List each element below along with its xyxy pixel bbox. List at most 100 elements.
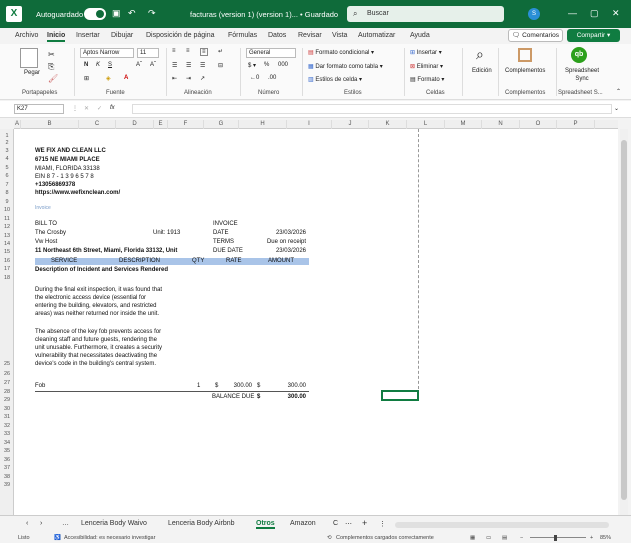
cut-icon[interactable]: ✂ <box>48 50 55 59</box>
column-header[interactable]: D <box>116 120 154 129</box>
zoom-in-icon[interactable]: + <box>590 535 593 541</box>
row-header[interactable]: 5 <box>0 165 14 171</box>
row-header[interactable]: 18 <box>0 275 14 281</box>
column-header[interactable]: P <box>557 120 595 129</box>
accessibility-icon[interactable]: ♿ <box>54 535 61 541</box>
align-top-icon[interactable]: ≡ <box>172 48 176 54</box>
row-header[interactable]: 13 <box>0 233 14 239</box>
italic-icon[interactable]: K <box>96 62 100 68</box>
collapse-ribbon-icon[interactable]: ⌃ <box>616 88 621 95</box>
indent-decrease-icon[interactable]: ⇤ <box>172 75 177 82</box>
minimize-icon[interactable]: — <box>568 8 577 18</box>
row-header[interactable]: 38 <box>0 474 14 480</box>
addins-icon[interactable] <box>518 48 532 62</box>
page-layout-icon[interactable]: ▭ <box>486 535 491 541</box>
borders-icon[interactable]: ⊞ <box>84 75 89 82</box>
prev-sheet-icon[interactable]: ‹ <box>26 520 28 527</box>
column-header[interactable]: E <box>154 120 168 129</box>
row-header[interactable]: 27 <box>0 380 14 386</box>
column-header[interactable]: M <box>445 120 482 129</box>
accessibility-status[interactable]: Accesibilidad: es necesario investigar <box>64 535 155 541</box>
row-header[interactable]: 30 <box>0 406 14 412</box>
tab-datos[interactable]: Datos <box>268 32 286 39</box>
maximize-icon[interactable]: ▢ <box>590 8 599 19</box>
zoom-out-icon[interactable]: − <box>520 535 523 541</box>
delete-button[interactable]: ⊠ Eliminar ▾ <box>410 63 443 70</box>
column-header[interactable]: N <box>482 120 520 129</box>
underline-icon[interactable]: S <box>108 62 112 68</box>
worksheet[interactable]: WE FIX AND CLEAN LLC 6715 NE MIAMI PLACE… <box>14 129 618 515</box>
formula-input[interactable] <box>132 104 612 114</box>
tab-vista[interactable]: Vista <box>332 32 347 39</box>
fill-color-icon[interactable]: ◈ <box>106 75 111 82</box>
paste-label[interactable]: Pegar <box>24 70 40 76</box>
find-icon[interactable]: ⌕ <box>476 46 484 63</box>
sheet-options-icon[interactable]: ⋮ <box>379 520 386 528</box>
row-header[interactable]: 26 <box>0 371 14 377</box>
row-header[interactable]: 28 <box>0 389 14 395</box>
format-painter-icon[interactable]: 🖌 <box>48 74 58 83</box>
row-header[interactable]: 10 <box>0 207 14 213</box>
page-break-view-icon[interactable]: ▤ <box>502 535 507 541</box>
font-name-select[interactable]: Aptos Narrow <box>80 48 134 58</box>
edit-label[interactable]: Edición <box>472 68 492 74</box>
row-header[interactable]: 14 <box>0 241 14 247</box>
row-header[interactable]: 35 <box>0 448 14 454</box>
indent-increase-icon[interactable]: ⇥ <box>186 75 191 82</box>
number-format-select[interactable]: General <box>246 48 296 58</box>
wrap-text-icon[interactable]: ↵ <box>218 48 223 55</box>
row-header[interactable]: 12 <box>0 224 14 230</box>
conditional-format-button[interactable]: ▤ Formato condicional ▾ <box>308 49 374 56</box>
column-header[interactable]: I <box>287 120 332 129</box>
row-header[interactable]: 11 <box>0 216 14 222</box>
close-icon[interactable]: ✕ <box>612 8 620 19</box>
clipboard-icon[interactable] <box>20 48 38 68</box>
font-color-icon[interactable]: A <box>124 75 128 81</box>
align-middle-icon[interactable]: ≡ <box>186 48 190 54</box>
selected-cell[interactable] <box>381 390 419 401</box>
sheet-tab-amazon[interactable]: Amazon <box>290 520 316 527</box>
avatar[interactable]: S <box>528 8 540 20</box>
row-header[interactable]: 32 <box>0 423 14 429</box>
merge-icon[interactable]: ⊟ <box>218 62 223 69</box>
row-header[interactable]: 8 <box>0 190 14 196</box>
row-header[interactable]: 2 <box>0 140 14 146</box>
bold-icon[interactable]: N <box>84 62 88 68</box>
column-header[interactable]: H <box>239 120 287 129</box>
format-button[interactable]: ▤ Formato ▾ <box>410 76 444 83</box>
row-header[interactable]: 34 <box>0 440 14 446</box>
quickbooks-icon[interactable]: qb <box>571 47 587 63</box>
document-title[interactable]: facturas (version 1) (version 1)... • Gu… <box>190 10 338 19</box>
row-header[interactable]: 15 <box>0 249 14 255</box>
add-sheet-icon[interactable]: + <box>362 518 367 528</box>
autosave-toggle[interactable] <box>84 8 106 20</box>
align-bottom-icon[interactable]: ≡ <box>200 48 208 56</box>
enter-icon[interactable]: ✓ <box>97 105 102 112</box>
comma-icon[interactable]: 000 <box>278 62 288 68</box>
tab-formulas[interactable]: Fórmulas <box>228 32 257 39</box>
sheet-tab-otros[interactable]: Otros <box>256 520 275 529</box>
row-header[interactable]: 9 <box>0 199 14 205</box>
expand-formula-icon[interactable]: ⌄ <box>614 105 619 112</box>
row-header[interactable]: 1 <box>0 133 14 139</box>
tab-dibujar[interactable]: Dibujar <box>111 32 133 39</box>
sheet-tab-lenceria-waivo[interactable]: Lenceria Body Waivo <box>81 520 147 527</box>
name-box[interactable]: K27 <box>14 104 64 114</box>
tab-insertar[interactable]: Insertar <box>76 32 100 39</box>
column-header[interactable]: K <box>369 120 407 129</box>
more-sheets-icon[interactable]: ⋯ <box>345 520 352 528</box>
row-header[interactable]: 39 <box>0 482 14 488</box>
align-left-icon[interactable]: ☰ <box>172 62 177 69</box>
column-header[interactable]: O <box>520 120 557 129</box>
copy-icon[interactable]: ⎘ <box>48 62 54 72</box>
increase-decimal-icon[interactable]: ←0 <box>250 75 259 81</box>
tab-automatizar[interactable]: Automatizar <box>358 32 395 39</box>
comments-button[interactable]: 🗨 Comentarios <box>508 29 563 42</box>
tab-disposicion[interactable]: Disposición de página <box>146 32 215 39</box>
row-header[interactable]: 16 <box>0 258 14 264</box>
column-header[interactable]: B <box>21 120 79 129</box>
addins-label[interactable]: Complementos <box>505 68 545 74</box>
row-header[interactable]: 4 <box>0 156 14 162</box>
zoom-slider-thumb[interactable] <box>554 535 557 541</box>
redo-icon[interactable]: ↷ <box>148 8 156 19</box>
